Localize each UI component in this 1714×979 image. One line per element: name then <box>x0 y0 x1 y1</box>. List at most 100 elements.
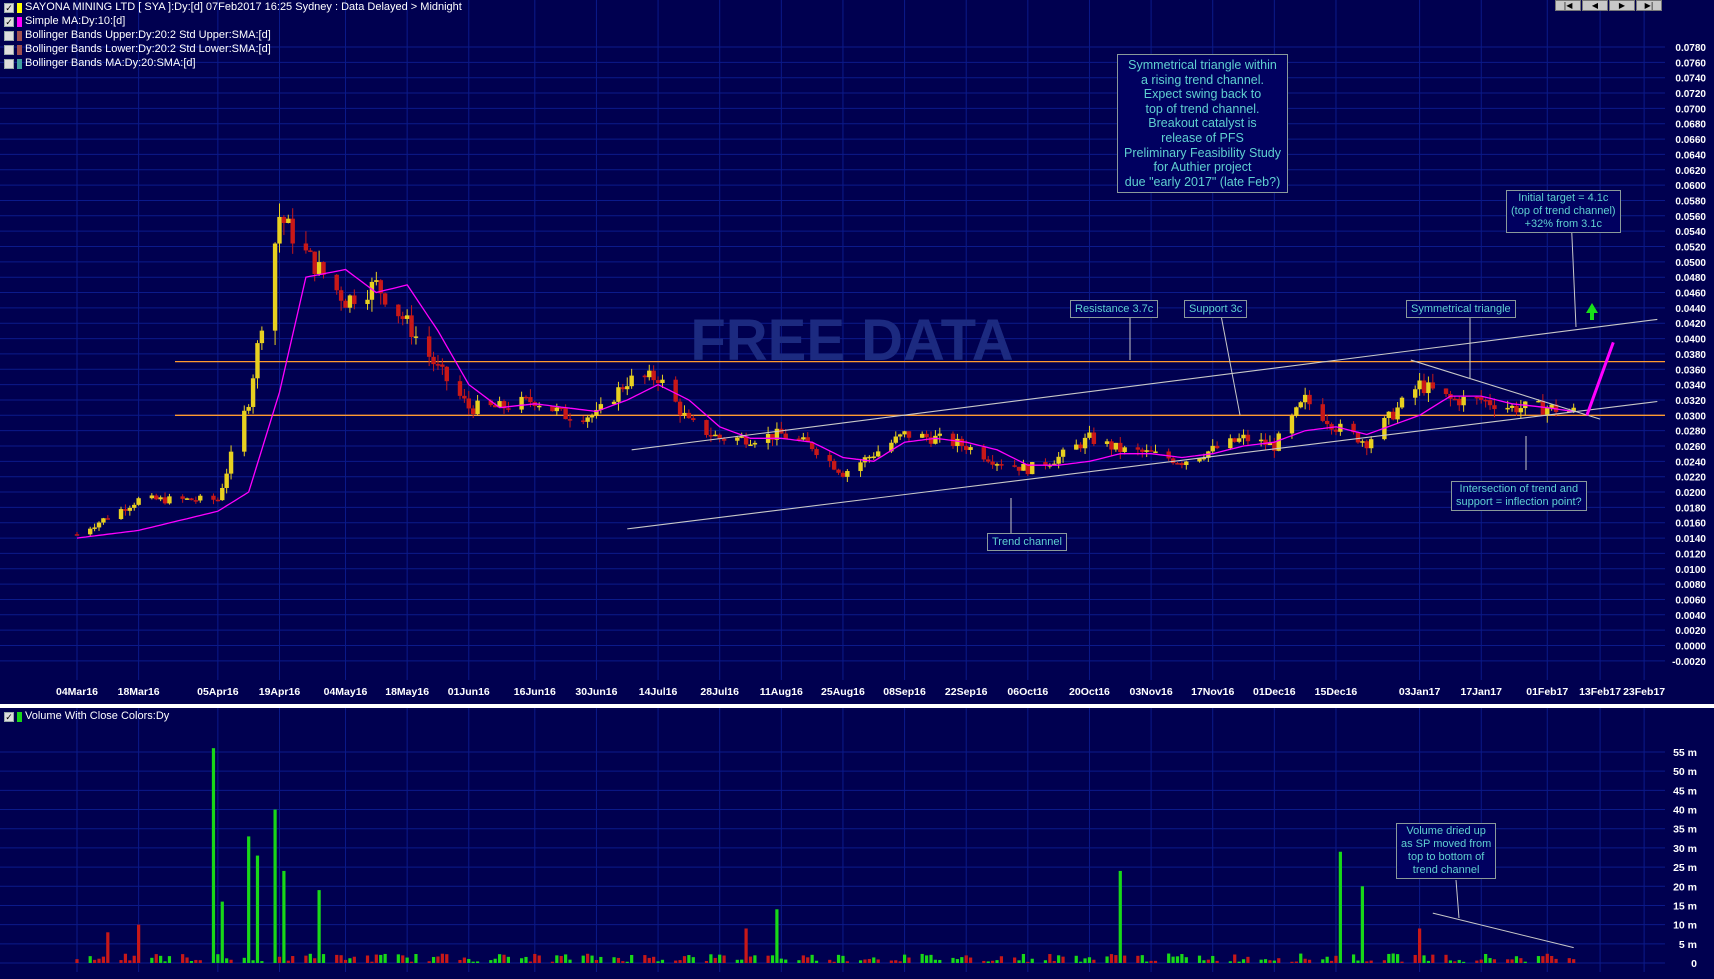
volume-bar <box>1092 959 1096 963</box>
candle-body <box>167 496 172 504</box>
volume-bar <box>960 957 964 963</box>
volume-bar <box>1105 956 1109 963</box>
annotation-symmetrical-triangle: Symmetrical triangle <box>1406 300 1516 318</box>
volume-bar <box>277 956 282 963</box>
volume-bar <box>1087 957 1092 963</box>
candle-body <box>462 395 467 399</box>
candle-body <box>290 218 295 244</box>
volume-bar <box>929 954 933 963</box>
volume-bar <box>1184 957 1188 963</box>
checkbox-volume[interactable]: ✓ <box>4 711 14 722</box>
volume-bar <box>1052 960 1056 963</box>
candle-body <box>1483 399 1488 402</box>
candle-body <box>585 417 590 422</box>
candle-body <box>1333 429 1339 432</box>
volume-bar <box>863 959 867 963</box>
price-tick-label: 0.0700 <box>1675 104 1706 115</box>
candle-body <box>1307 394 1312 405</box>
volume-bar <box>991 960 995 963</box>
candle-body <box>1355 432 1361 443</box>
volume-bar <box>383 953 387 963</box>
volume-bar <box>409 961 414 963</box>
candle-body <box>149 495 155 499</box>
candle-body <box>1289 415 1295 434</box>
price-tick-label: 0.0360 <box>1675 365 1706 376</box>
candle-body <box>691 418 696 421</box>
checkbox-bb-lower[interactable] <box>4 44 14 55</box>
legend-label-bb-lower: Bollinger Bands Lower:Dy:20:2 Std Lower:… <box>25 43 271 55</box>
legend-label-bb-upper: Bollinger Bands Upper:Dy:20:2 Std Upper:… <box>25 29 271 41</box>
volume-bar <box>229 959 233 963</box>
annotation-connector <box>1219 309 1241 416</box>
volume-bar <box>260 961 264 963</box>
x-tick-label: 16Jun16 <box>514 686 556 698</box>
volume-bar <box>1153 960 1158 963</box>
checkbox-title[interactable]: ✓ <box>4 2 14 13</box>
volume-bar <box>1123 955 1127 963</box>
candle-body <box>567 419 573 421</box>
candle-body <box>506 408 511 410</box>
candle-body <box>382 293 388 305</box>
candle-body <box>1426 382 1431 394</box>
candle-body <box>677 401 683 415</box>
candle-body <box>1030 462 1035 475</box>
candle-body <box>193 500 199 502</box>
volume-bar <box>845 961 849 963</box>
candle-body <box>435 364 441 366</box>
candle-body <box>629 375 634 387</box>
volume-bar <box>445 954 449 963</box>
volume-bar <box>1510 959 1514 963</box>
volume-bar <box>660 959 665 963</box>
candle-body <box>224 473 229 488</box>
volume-bar <box>898 961 902 963</box>
volume-bar <box>1413 954 1417 963</box>
candle-body <box>519 396 524 410</box>
nav-last-button[interactable]: ▶| <box>1636 0 1662 11</box>
volume-bar <box>339 955 343 963</box>
x-tick-label: 17Jan17 <box>1461 686 1503 698</box>
price-tick-label: 0.0620 <box>1675 166 1706 177</box>
volume-bar <box>1329 960 1334 963</box>
candle-body <box>1452 398 1458 401</box>
volume-bar <box>678 960 682 963</box>
volume-bar <box>379 954 383 963</box>
candle-body <box>537 405 542 408</box>
nav-prev-button[interactable]: ◀ <box>1582 0 1608 11</box>
candle-body <box>101 518 106 523</box>
price-tick-label: 0.0340 <box>1675 381 1706 392</box>
candle-body <box>968 447 973 450</box>
volume-bar <box>502 954 506 963</box>
volume-bar <box>220 901 224 963</box>
checkbox-ma[interactable]: ✓ <box>4 16 14 27</box>
volume-bar <box>1400 961 1404 963</box>
volume-bar <box>1202 960 1206 963</box>
checkbox-bb-ma[interactable] <box>4 58 14 69</box>
candle-body <box>1421 380 1427 394</box>
price-tick-label: 0.0500 <box>1675 258 1706 269</box>
price-tick-label: 0.0740 <box>1675 74 1706 85</box>
volume-bar <box>740 959 744 963</box>
volume-bar <box>88 956 92 963</box>
price-tick-label: 0.0040 <box>1675 611 1706 622</box>
candle-body <box>721 438 727 441</box>
nav-next-button[interactable]: ▶ <box>1609 0 1635 11</box>
x-tick-label: 22Sep16 <box>945 686 988 698</box>
checkbox-bb-upper[interactable] <box>4 30 14 41</box>
x-tick-label: 03Jan17 <box>1399 686 1441 698</box>
candle-body <box>1390 411 1396 420</box>
x-tick-label: 25Aug16 <box>821 686 865 698</box>
volume-bar <box>1321 959 1325 963</box>
nav-first-button[interactable]: |◀ <box>1555 0 1581 11</box>
candle-body <box>312 251 317 274</box>
volume-bar <box>458 959 462 963</box>
volume-bar <box>625 961 629 963</box>
volume-bar <box>497 954 502 963</box>
volume-bar <box>933 959 937 963</box>
up-arrow-icon <box>1586 303 1598 320</box>
volume-bar <box>770 955 775 963</box>
volume-bar <box>964 955 968 963</box>
volume-bar <box>520 958 524 963</box>
candle-body <box>374 280 379 282</box>
candle-body <box>1395 407 1400 420</box>
legend-label-bb-ma: Bollinger Bands MA:Dy:20:SMA:[d] <box>25 57 196 69</box>
